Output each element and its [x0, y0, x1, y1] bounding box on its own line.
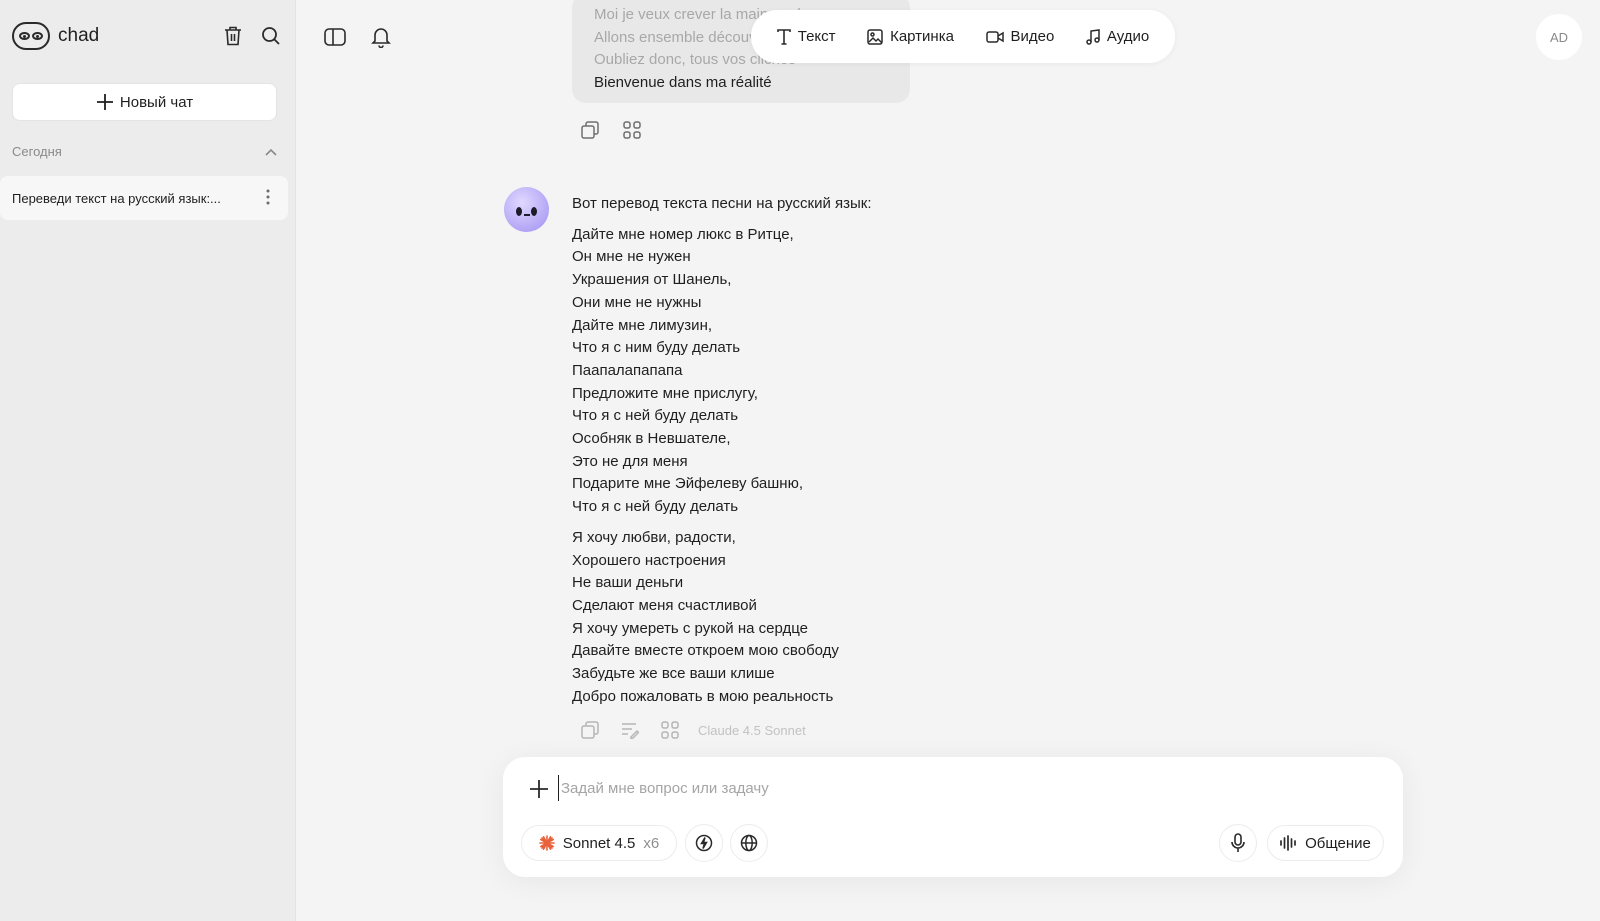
new-chat-label: Новый чат	[119, 93, 194, 111]
mode-audio-label: Аудио	[1106, 28, 1150, 45]
chat-list-item[interactable]: Переведи текст на русский язык:...	[0, 176, 288, 220]
new-chat-button[interactable]: Новый чат	[12, 83, 277, 121]
sidebar: chad Новый чат Сегодня Переведи текст на…	[0, 0, 296, 921]
lyric-line: Что я с ней буду делать	[572, 407, 739, 425]
stanza-1: Дайте мне номер люкс в Ритце, Он мне не …	[572, 224, 1132, 519]
user-avatar[interactable]: AD	[1536, 14, 1582, 60]
lyric-line: Сделают меня счастливой	[572, 596, 757, 614]
lyric-line: Они мне не нужны	[572, 293, 702, 311]
plus-icon	[96, 94, 113, 110]
user-message-line: Bienvenue dans ma réalité	[594, 73, 772, 91]
trash-icon[interactable]	[221, 24, 245, 48]
more-vertical-icon[interactable]	[266, 188, 270, 206]
grid-icon[interactable]	[658, 718, 682, 742]
lyric-line: Особняк в Невшателе,	[572, 430, 731, 448]
message-input[interactable]	[558, 775, 1338, 801]
lyric-line: Паапалапапапа	[572, 361, 683, 379]
copy-icon[interactable]	[578, 118, 602, 142]
waveform-icon	[1280, 835, 1296, 851]
lyric-line: Предложите мне прислугу,	[572, 384, 758, 402]
section-today[interactable]: Сегодня	[12, 144, 277, 159]
grid-icon[interactable]	[620, 118, 644, 142]
search-icon[interactable]	[259, 24, 283, 48]
chat-title: Переведи текст на русский язык:...	[12, 190, 221, 206]
bolt-circle-icon	[695, 834, 713, 852]
microphone-icon	[1231, 833, 1245, 852]
lyric-line: Я хочу умереть с рукой на сердце	[572, 619, 808, 637]
lyric-line: Давайте вместе откроем мою свободу	[572, 642, 839, 660]
model-name: Sonnet 4.5	[562, 834, 636, 852]
user-message-actions	[578, 118, 644, 142]
section-label: Сегодня	[12, 144, 62, 159]
lyric-line: Дайте мне номер люкс в Ритце,	[572, 225, 794, 243]
model-selector[interactable]: Sonnet 4.5 x6	[521, 825, 677, 861]
voice-input-button[interactable]	[1219, 824, 1257, 862]
assistant-avatar	[504, 187, 549, 232]
model-multiplier: x6	[643, 834, 660, 852]
edit-text-icon[interactable]	[618, 718, 642, 742]
lyric-line: Не ваши деньги	[572, 574, 684, 592]
lyric-line: Что я с ней буду делать	[572, 498, 739, 516]
lyric-line: Подарите мне Эйфелеву башню,	[572, 475, 803, 493]
mode-text-label: Текст	[797, 28, 836, 45]
video-icon	[985, 30, 1004, 43]
bell-icon[interactable]	[369, 25, 393, 49]
mode-video[interactable]: Видео	[985, 28, 1055, 45]
lyric-line: Он мне не нужен	[572, 248, 691, 266]
lyric-line: Добро пожаловать в мою реальность	[572, 687, 834, 705]
chevron-up-icon[interactable]	[265, 148, 277, 156]
lyric-line: Забудьте же все ваши клише	[572, 665, 775, 683]
lyric-line: Хорошего настроения	[572, 551, 726, 569]
image-icon	[867, 28, 883, 45]
copy-icon[interactable]	[578, 718, 602, 742]
lyric-line: Украшения от Шанель,	[572, 271, 732, 289]
mode-audio[interactable]: Аудио	[1086, 28, 1149, 45]
voice-chat-label: Общение	[1305, 834, 1371, 852]
lyric-line: Я хочу любви, радости,	[572, 528, 736, 546]
stanza-2: Я хочу любви, радости, Хорошего настроен…	[572, 527, 1132, 709]
assistant-message: Вот перевод текста песни на русский язык…	[572, 193, 1132, 716]
model-used-label: Claude 4.5 Sonnet	[698, 722, 806, 738]
mode-image-label: Картинка	[890, 28, 954, 45]
claude-logo-icon	[538, 835, 555, 851]
assistant-intro: Вот перевод текста песни на русский язык…	[572, 195, 872, 212]
top-toolbar	[323, 25, 393, 49]
assistant-message-actions: Claude 4.5 Sonnet	[578, 718, 806, 742]
lyric-line: Это не для меня	[572, 452, 688, 470]
mode-image[interactable]: Картинка	[867, 28, 954, 45]
mode-video-label: Видео	[1010, 28, 1055, 45]
text-icon	[776, 28, 791, 45]
mode-text[interactable]: Текст	[776, 28, 836, 45]
globe-icon	[740, 834, 758, 852]
voice-chat-button[interactable]: Общение	[1267, 825, 1384, 861]
lyric-line: Дайте мне лимузин,	[572, 316, 713, 334]
web-search-toggle[interactable]	[730, 824, 768, 862]
sidebar-header: chad	[12, 20, 283, 52]
audio-icon	[1086, 28, 1100, 45]
mode-switcher: Текст Картинка Видео Аудио	[751, 10, 1175, 63]
chad-logo-icon[interactable]	[12, 22, 50, 50]
attach-plus-icon[interactable]	[527, 777, 551, 801]
lyric-line: Что я с ним буду делать	[572, 339, 741, 357]
sidebar-toggle-icon[interactable]	[323, 25, 347, 49]
reasoning-toggle[interactable]	[685, 824, 723, 862]
composer: Sonnet 4.5 x6 Общение	[503, 757, 1403, 877]
app-name: chad	[58, 25, 100, 46]
